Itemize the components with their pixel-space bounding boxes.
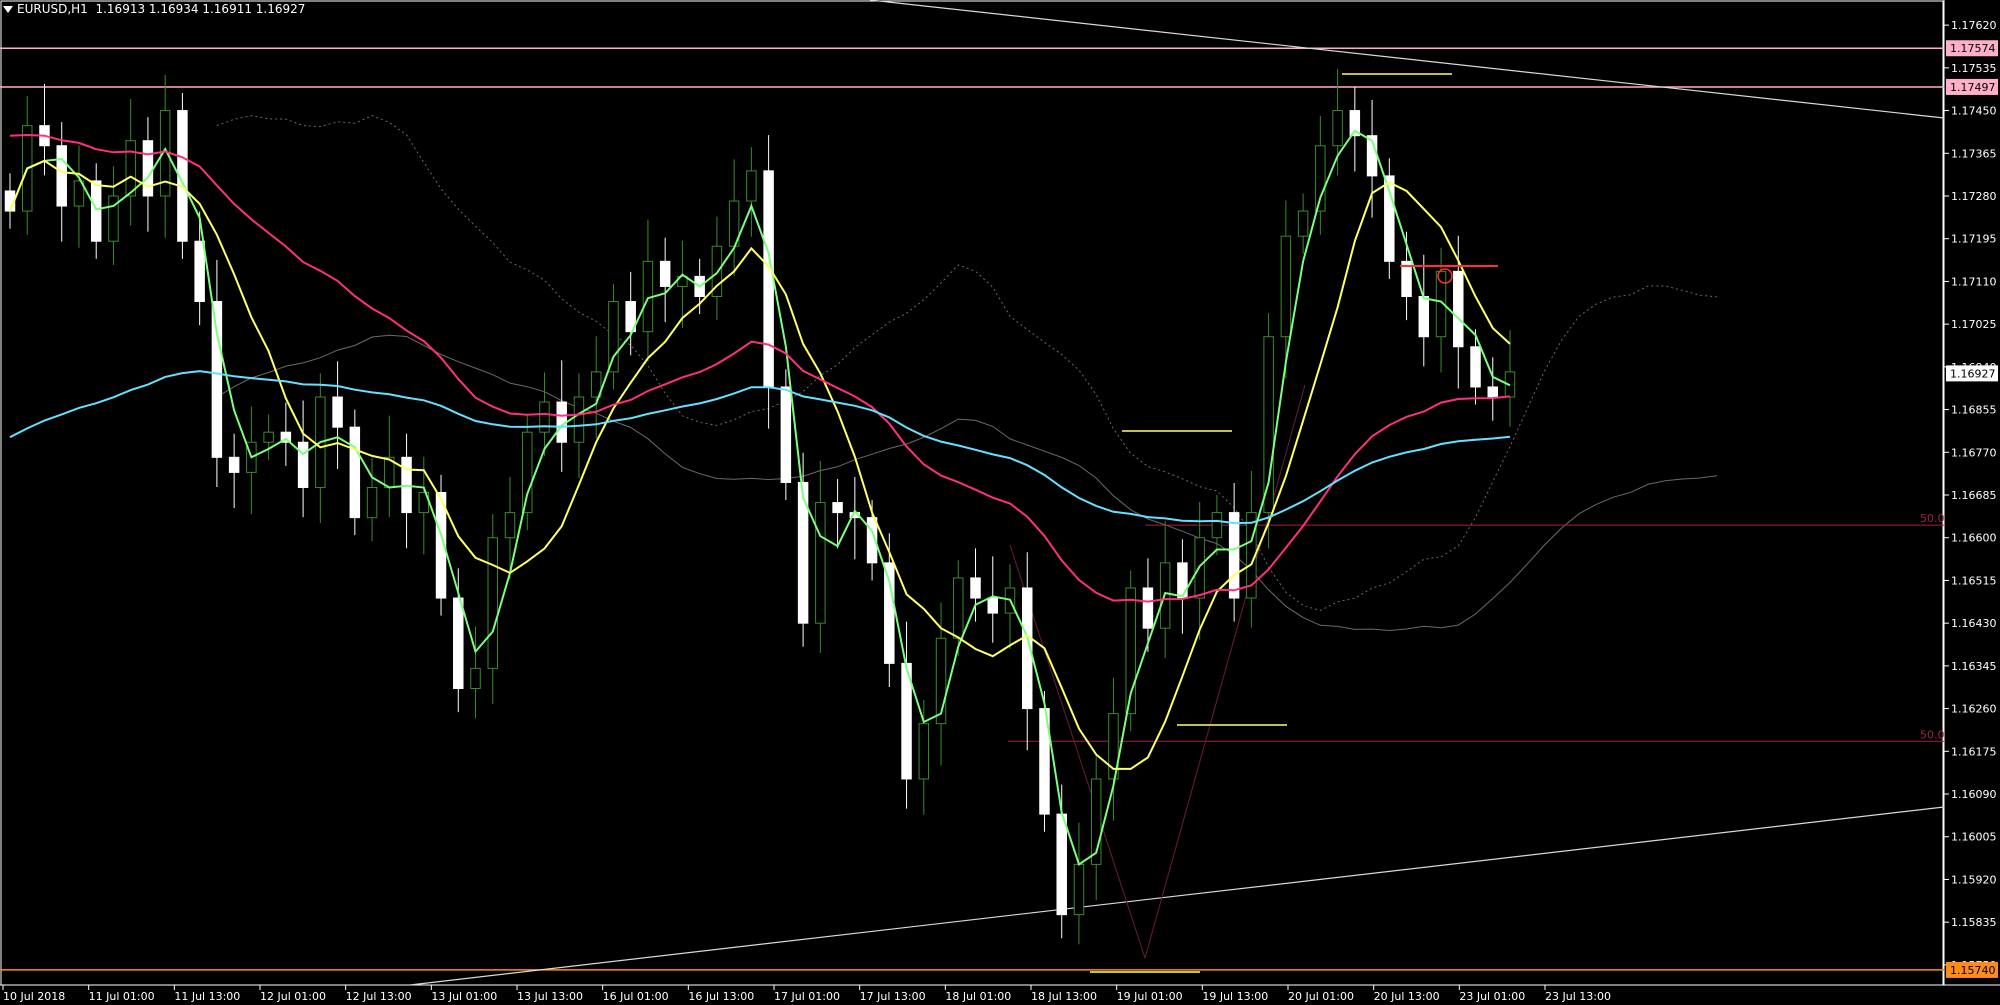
candlestick-chart: 50.0 50.0 1.17620 1.17535 1.17450 1.17365 1.1…	[0, 0, 2000, 1005]
time-tick-label: 20 Jul 13:00	[1374, 990, 1440, 1003]
time-tick-label: 11 Jul 13:00	[174, 990, 240, 1003]
candle-body	[349, 426, 361, 519]
price-tick-label: 1.17110	[1951, 275, 1997, 288]
candle-body	[194, 240, 205, 303]
price-tick-label: 1.17450	[1951, 105, 1997, 118]
candle-body	[297, 441, 309, 488]
price-tick-label: 1.16175	[1951, 745, 1997, 758]
time-tick-label: 18 Jul 01:00	[945, 990, 1011, 1003]
candle-body	[763, 170, 774, 388]
price-tick-label: 1.16855	[1951, 404, 1997, 417]
price-tag-label: 1.17574	[1950, 42, 1996, 55]
candle-body	[211, 301, 223, 458]
time-tick-label: 23 Jul 13:00	[1545, 990, 1611, 1003]
fib-50-label: 50.0	[1920, 728, 1945, 741]
candle-body	[1211, 512, 1223, 539]
time-tick-label: 23 Jul 01:00	[1459, 990, 1525, 1003]
price-tick-label: 1.17620	[1951, 19, 1997, 32]
price-tag-label: 1.15740	[1950, 964, 1996, 977]
price-tag-label: 1.17497	[1950, 81, 1996, 94]
candle-body	[504, 512, 516, 539]
time-tick-label: 11 Jul 01:00	[89, 990, 155, 1003]
time-tick-label: 17 Jul 13:00	[860, 990, 926, 1003]
time-tick-label: 19 Jul 01:00	[1117, 990, 1183, 1003]
candle-body	[1073, 863, 1085, 916]
chart-canvas: 50.0 50.0 1.17620 1.17535 1.17450 1.17365 1.1…	[0, 0, 2000, 1005]
symbol-label: EURUSD,H1	[17, 2, 88, 16]
candle-body	[1142, 587, 1154, 629]
price-tick-label: 1.17195	[1951, 233, 1997, 246]
candle-body	[56, 145, 67, 207]
plot-background	[0, 0, 2000, 1005]
candle-body	[659, 260, 671, 287]
candle-body	[815, 502, 826, 624]
price-tick-label: 1.15835	[1951, 916, 1997, 929]
candle-body	[1177, 562, 1188, 599]
candle-body	[970, 577, 981, 599]
dropdown-triangle-icon[interactable]	[3, 6, 13, 13]
candle-body	[1263, 336, 1274, 514]
candle-body	[1332, 110, 1343, 147]
price-tick-label: 1.17025	[1951, 318, 1997, 331]
candle-body	[1470, 346, 1481, 388]
candle-body	[453, 597, 464, 689]
candle-body	[953, 577, 964, 639]
price-tick-label: 1.16005	[1951, 831, 1997, 844]
price-tick-label: 1.17280	[1951, 190, 1997, 203]
candle-body	[470, 667, 481, 689]
candle-body	[1297, 210, 1309, 237]
candle-body	[746, 170, 757, 202]
candle-body	[1418, 296, 1430, 338]
candle-body	[918, 723, 930, 780]
candle-body	[987, 597, 998, 614]
price-tick-label: 1.17535	[1951, 62, 1997, 75]
candle-body	[608, 301, 619, 373]
price-tick-label: 1.16430	[1951, 617, 1997, 630]
time-tick-label: 12 Jul 13:00	[346, 990, 412, 1003]
candle-body	[884, 562, 895, 664]
candle-body	[832, 502, 843, 514]
time-tick-label: 16 Jul 13:00	[688, 990, 754, 1003]
price-tick-label: 1.16685	[1951, 489, 1997, 502]
time-tick-label: 18 Jul 13:00	[1031, 990, 1097, 1003]
time-tick-label: 19 Jul 13:00	[1202, 990, 1268, 1003]
price-tick-label: 1.15920	[1951, 873, 1997, 886]
candle-body	[1056, 813, 1067, 916]
price-tick-label: 1.16515	[1951, 574, 1997, 587]
price-tick-label: 1.16090	[1951, 788, 1997, 801]
candle-body	[90, 180, 102, 242]
candle-body	[1453, 270, 1464, 348]
candle-body	[1280, 235, 1292, 338]
candle-body	[573, 396, 585, 443]
candle-body	[1487, 386, 1498, 398]
time-tick-label: 17 Jul 01:00	[774, 990, 840, 1003]
candle-body	[522, 431, 533, 514]
price-tick-label: 1.16345	[1951, 660, 1997, 673]
time-tick-label: 10 Jul 2018	[3, 990, 65, 1003]
time-tick-label: 13 Jul 13:00	[517, 990, 583, 1003]
candle-body	[539, 401, 550, 433]
ohlc-values: 1.16913 1.16934 1.16911 1.16927	[95, 2, 306, 16]
price-tick-label: 1.16770	[1951, 446, 1997, 459]
fib-50-label: 50.0	[1920, 512, 1945, 525]
candle-body	[780, 386, 792, 483]
candle-body	[263, 431, 274, 443]
candle-body	[366, 486, 378, 519]
symbol-header: EURUSD,H1 1.16913 1.16934 1.16911 1.1692…	[3, 2, 305, 16]
price-tick-label: 1.16600	[1951, 532, 1997, 545]
time-tick-label: 12 Jul 01:00	[260, 990, 326, 1003]
time-tick-label: 16 Jul 01:00	[603, 990, 669, 1003]
candle-body	[228, 456, 240, 473]
candle-body	[332, 396, 343, 428]
price-tag-label: 1.16927	[1950, 367, 1996, 380]
candle-body	[1228, 512, 1240, 599]
price-tick-label: 1.16260	[1951, 703, 1997, 716]
price-tick-label: 1.17365	[1951, 147, 1997, 160]
candle-body	[487, 537, 499, 669]
candle-body	[125, 140, 136, 197]
time-tick-label: 13 Jul 01:00	[431, 990, 497, 1003]
time-tick-label: 20 Jul 01:00	[1288, 990, 1354, 1003]
